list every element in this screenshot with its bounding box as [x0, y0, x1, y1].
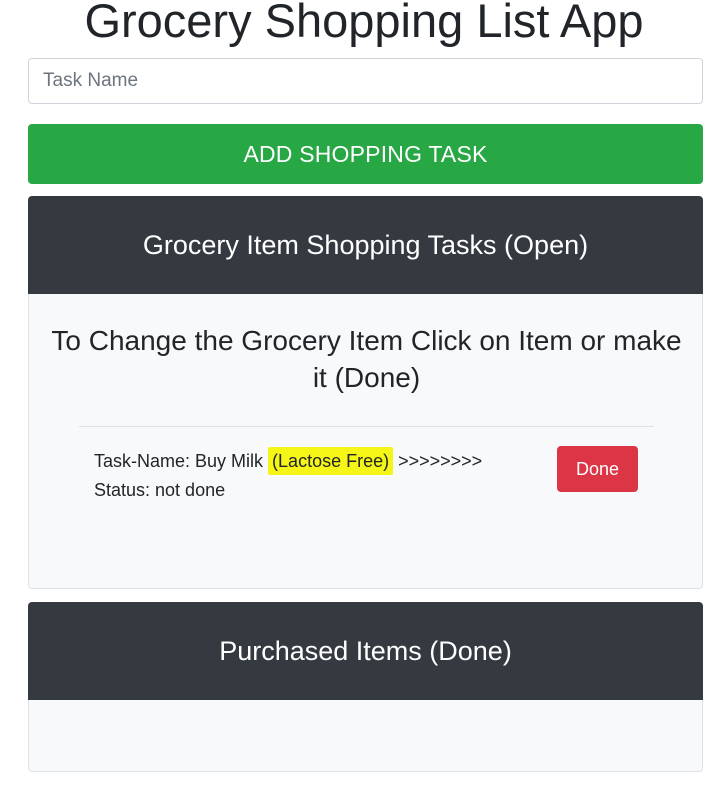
open-tasks-header: Grocery Item Shopping Tasks (Open) — [28, 196, 703, 294]
add-shopping-task-button[interactable]: ADD SHOPPING TASK — [28, 124, 703, 184]
task-item[interactable]: Task-Name: Buy Milk (Lactose Free) >>>>>… — [93, 446, 653, 506]
done-tasks-panel — [28, 700, 703, 772]
task-name-suffix: >>>>>>>> — [393, 451, 483, 471]
done-tasks-header-title: Purchased Items (Done) — [219, 635, 512, 666]
task-name-input[interactable] — [28, 58, 703, 104]
done-button[interactable]: Done — [557, 446, 638, 492]
task-status: Status: not done — [94, 480, 226, 500]
divider — [79, 426, 654, 427]
done-tasks-header: Purchased Items (Done) — [28, 602, 703, 700]
open-tasks-panel: To Change the Grocery Item Click on Item… — [28, 294, 703, 589]
open-tasks-header-title: Grocery Item Shopping Tasks (Open) — [142, 229, 589, 260]
app-title: Grocery Shopping List App — [84, 0, 644, 47]
task-name[interactable]: Task-Name: Buy Milk (Lactose Free) >>>>>… — [94, 447, 482, 475]
task-name-prefix: Task-Name: Buy Milk — [94, 451, 269, 471]
task-name-highlight: (Lactose Free) — [268, 447, 394, 475]
instruction-text: To Change the Grocery Item Click on Item… — [51, 325, 682, 393]
